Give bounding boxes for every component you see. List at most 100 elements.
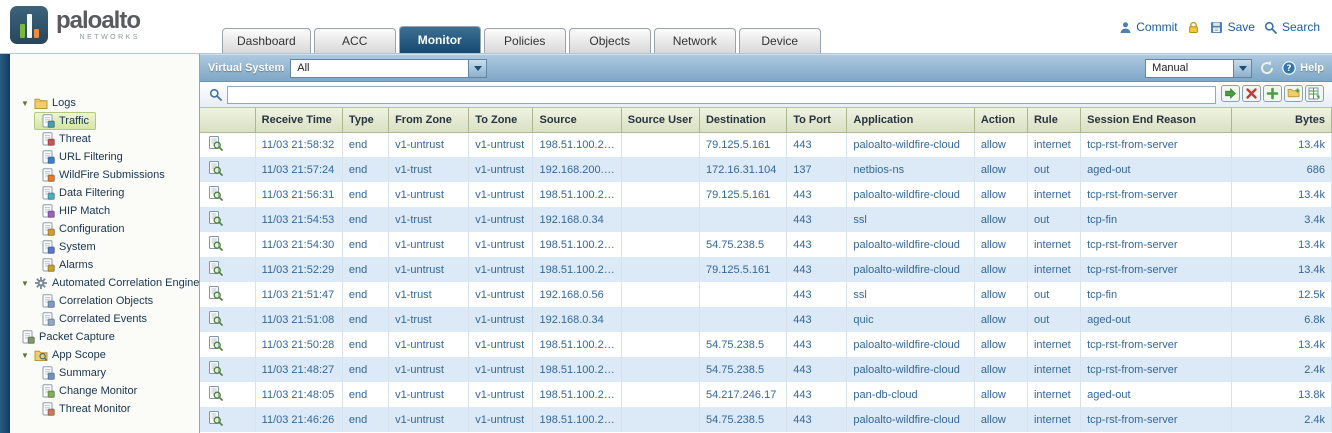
sidebar-item-automated-correlation-engine[interactable]: ▼Automated Correlation Engine (14, 274, 200, 292)
commit-lock-icon[interactable] (1187, 20, 1201, 34)
cell-to-port: 443 (787, 307, 847, 332)
log-row[interactable]: 11/03 21:54:30endv1-untrustv1-untrust198… (200, 232, 1332, 257)
log-detail-icon[interactable] (208, 361, 223, 376)
column-header-from-zone[interactable]: From Zone (389, 108, 469, 132)
column-header-to-port[interactable]: To Port (787, 108, 847, 132)
log-detail-icon[interactable] (208, 261, 223, 276)
column-header-application[interactable]: Application (847, 108, 974, 132)
sidebar-item-summary[interactable]: Summary (34, 364, 113, 382)
log-row[interactable]: 11/03 21:51:47endv1-trustv1-untrust192.1… (200, 282, 1332, 307)
column-header-source-user[interactable]: Source User (621, 108, 699, 132)
column-header-bytes[interactable]: Bytes (1231, 108, 1331, 132)
log-detail-icon[interactable] (208, 236, 223, 251)
tab-monitor[interactable]: Monitor (399, 26, 481, 53)
search-link[interactable]: Search (1264, 20, 1320, 34)
log-detail-icon[interactable] (208, 411, 223, 426)
log-detail-icon[interactable] (208, 186, 223, 201)
sidebar-item-wildfire-submissions[interactable]: WildFire Submissions (34, 166, 172, 184)
sidebar-item-packet-capture[interactable]: Packet Capture (14, 328, 122, 346)
paloalto-logo: paloalto NETWORKS (10, 6, 140, 44)
cell-type: end (342, 282, 388, 307)
filter-search-icon (208, 88, 222, 102)
tab-objects[interactable]: Objects (569, 28, 651, 53)
sidebar-item-label: Configuration (59, 223, 124, 235)
apply-filter-button[interactable] (1221, 86, 1240, 104)
virtual-system-select[interactable]: All (290, 59, 487, 78)
column-header-receive-time[interactable]: Receive Time (255, 108, 342, 132)
expand-arrow-icon[interactable]: ▼ (21, 99, 30, 108)
cell-to-zone: v1-untrust (469, 332, 533, 357)
log-row[interactable]: 11/03 21:58:32endv1-untrustv1-untrust198… (200, 132, 1332, 157)
column-header-source[interactable]: Source (533, 108, 621, 132)
column-header-detail[interactable] (200, 108, 255, 132)
sidebar-item-data-filtering[interactable]: Data Filtering (34, 184, 131, 202)
sidebar-item-threat[interactable]: Threat (34, 130, 98, 148)
tab-network[interactable]: Network (654, 28, 736, 53)
tab-policies[interactable]: Policies (484, 28, 566, 53)
cell-application: quic (847, 307, 974, 332)
sidebar-item-app-scope[interactable]: ▼App Scope (14, 346, 113, 364)
cell-receive-time: 11/03 21:56:31 (255, 182, 342, 207)
cell-detail (200, 382, 255, 407)
expand-arrow-icon[interactable]: ▼ (21, 351, 30, 360)
save-filter-button[interactable] (1284, 86, 1303, 104)
tab-dashboard[interactable]: Dashboard (222, 28, 311, 53)
sidebar-item-correlated-events[interactable]: Correlated Events (34, 310, 154, 328)
cell-source: 192.168.0.34 (533, 307, 621, 332)
sidebar-item-system[interactable]: System (34, 238, 103, 256)
sidebar-item-hip-match[interactable]: HIP Match (34, 202, 117, 220)
clear-filter-button[interactable] (1242, 86, 1261, 104)
sidebar-item-label: Threat Monitor (59, 403, 131, 415)
log-detail-icon[interactable] (208, 211, 223, 226)
sidebar-item-change-monitor[interactable]: Change Monitor (34, 382, 144, 400)
sidebar-item-logs[interactable]: ▼Logs (14, 94, 83, 112)
log-row[interactable]: 11/03 21:51:08endv1-trustv1-untrust192.1… (200, 307, 1332, 332)
log-detail-icon[interactable] (208, 311, 223, 326)
column-header-session-end-reason[interactable]: Session End Reason (1081, 108, 1231, 132)
column-header-type[interactable]: Type (342, 108, 388, 132)
log-row[interactable]: 11/03 21:52:29endv1-untrustv1-untrust198… (200, 257, 1332, 282)
column-header-rule[interactable]: Rule (1027, 108, 1080, 132)
log-row[interactable]: 11/03 21:56:31endv1-untrustv1-untrust198… (200, 182, 1332, 207)
cell-rule: internet (1027, 182, 1080, 207)
log-detail-icon[interactable] (208, 136, 223, 151)
refresh-interval-value[interactable]: Manual (1145, 59, 1233, 78)
column-header-to-zone[interactable]: To Zone (469, 108, 533, 132)
refresh-interval-select[interactable]: Manual (1145, 59, 1252, 78)
commit-link[interactable]: Commit (1118, 20, 1177, 34)
tab-device[interactable]: Device (739, 28, 821, 53)
cell-bytes: 13.4k (1231, 232, 1331, 257)
help-link[interactable]: ? Help (1282, 61, 1324, 75)
log-detail-icon[interactable] (208, 161, 223, 176)
sidebar-item-configuration[interactable]: Configuration (34, 220, 131, 238)
cell-to-port: 443 (787, 407, 847, 432)
log-detail-icon[interactable] (208, 386, 223, 401)
log-detail-icon[interactable] (208, 336, 223, 351)
expand-arrow-icon[interactable]: ▼ (21, 279, 30, 288)
refresh-icon[interactable] (1259, 60, 1275, 76)
header-actions: Commit Save Search (1118, 20, 1320, 34)
refresh-interval-dropdown-button[interactable] (1233, 59, 1252, 78)
log-row[interactable]: 11/03 21:50:28endv1-untrustv1-untrust198… (200, 332, 1332, 357)
sidebar-item-traffic[interactable]: Traffic (34, 112, 96, 130)
virtual-system-dropdown-button[interactable] (468, 59, 487, 78)
log-filter-input[interactable] (227, 86, 1216, 104)
cell-source-user (621, 182, 699, 207)
log-detail-icon[interactable] (208, 286, 223, 301)
sidebar-item-url-filtering[interactable]: URL Filtering (34, 148, 130, 166)
log-row[interactable]: 11/03 21:57:24endv1-trustv1-untrust192.1… (200, 157, 1332, 182)
export-button[interactable] (1305, 86, 1324, 104)
column-header-destination[interactable]: Destination (699, 108, 786, 132)
add-filter-button[interactable] (1263, 86, 1282, 104)
log-row[interactable]: 11/03 21:46:26endv1-untrustv1-untrust198… (200, 407, 1332, 432)
tab-acc[interactable]: ACC (314, 28, 396, 53)
sidebar-item-correlation-objects[interactable]: Correlation Objects (34, 292, 160, 310)
sidebar-item-threat-monitor[interactable]: Threat Monitor (34, 400, 138, 418)
virtual-system-value[interactable]: All (290, 59, 468, 78)
log-row[interactable]: 11/03 21:48:27endv1-untrustv1-untrust198… (200, 357, 1332, 382)
save-link[interactable]: Save (1210, 20, 1255, 34)
sidebar-item-alarms[interactable]: Alarms (34, 256, 100, 274)
column-header-action[interactable]: Action (974, 108, 1027, 132)
log-row[interactable]: 11/03 21:54:53endv1-trustv1-untrust192.1… (200, 207, 1332, 232)
log-row[interactable]: 11/03 21:48:05endv1-untrustv1-untrust198… (200, 382, 1332, 407)
